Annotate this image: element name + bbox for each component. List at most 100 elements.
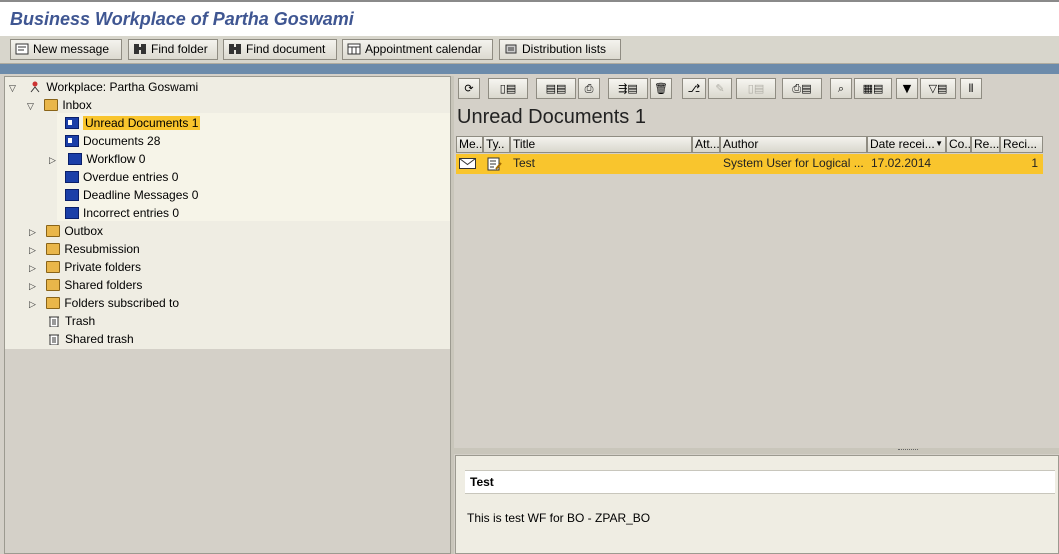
folder-tree: ▽ Workplace: Partha Goswami ▽ Inbox Unre… xyxy=(4,76,451,554)
outbox-folder-icon xyxy=(46,225,61,237)
list-title: Unread Documents 1 xyxy=(457,106,646,128)
tree-item-deadline-messages[interactable]: Deadline Messages 0 xyxy=(65,186,198,204)
tree-item-incorrect-entries[interactable]: Incorrect entries 0 xyxy=(65,204,179,222)
refresh-icon[interactable]: ⟳ xyxy=(458,78,480,99)
document-icon xyxy=(65,117,79,129)
copy-icon: ▯▤ xyxy=(736,78,776,99)
collapse-icon[interactable]: ▽ xyxy=(27,97,37,115)
tree-item-resubmission-label: Resubmission xyxy=(64,242,140,256)
tree-item-subscribed-label: Folders subscribed to xyxy=(64,296,180,310)
document-icon xyxy=(65,135,79,147)
splitter-grip[interactable] xyxy=(898,449,918,452)
row-date: 17.02.2014 xyxy=(871,156,932,170)
incorrect-icon xyxy=(65,207,79,219)
shared-folder-icon xyxy=(46,279,61,291)
tree-item-shared-trash[interactable]: Shared trash xyxy=(47,330,134,348)
workplace-icon xyxy=(28,80,42,93)
appointment-calendar-label: Appointment calendar xyxy=(365,42,482,56)
tree-item-shared-label: Shared folders xyxy=(64,278,143,292)
new-message-label: New message xyxy=(33,42,110,56)
find-document-button[interactable]: Find document xyxy=(223,39,337,60)
binoculars-icon[interactable]: ⦀ xyxy=(960,78,982,99)
search-icon[interactable]: ⌕ xyxy=(830,78,852,99)
expand-icon[interactable]: ▷ xyxy=(29,295,39,313)
tree-item-private-label: Private folders xyxy=(64,260,142,274)
find-folder-label: Find folder xyxy=(151,42,208,56)
tree-item-inbox[interactable]: ▽ Inbox xyxy=(27,96,92,114)
collapse-icon[interactable]: ▽ xyxy=(9,79,19,97)
calendar-icon xyxy=(347,42,361,55)
trash-icon xyxy=(47,314,61,328)
column-header[interactable]: Reci... xyxy=(1000,136,1043,153)
preview-body: This is test WF for BO - ZPAR_BO xyxy=(467,511,651,525)
delete-icon[interactable]: 🗑 xyxy=(650,78,672,99)
tree-item-unread-documents[interactable]: Unread Documents 1 xyxy=(65,114,201,132)
tree-item-shared-trash-label: Shared trash xyxy=(65,332,134,346)
print-list-icon[interactable]: ⎙▤ xyxy=(782,78,822,99)
preview-title: Test xyxy=(465,470,1055,494)
tree-item-overdue-entries[interactable]: Overdue entries 0 xyxy=(65,168,178,186)
table-row[interactable]: Test System User for Logical ... 17.02.2… xyxy=(456,154,1043,174)
binoculars-icon xyxy=(133,42,147,54)
column-header[interactable]: Att... xyxy=(692,136,720,153)
window-title: Business Workplace of Partha Goswami xyxy=(10,9,354,29)
tree-item-documents[interactable]: Documents 28 xyxy=(65,132,160,150)
resubmission-folder-icon xyxy=(46,243,61,255)
tree-item-workflow[interactable]: ▷ Workflow 0 xyxy=(49,150,145,168)
tree-item-shared-folders[interactable]: ▷ Shared folders xyxy=(29,276,142,294)
find-folder-button[interactable]: Find folder xyxy=(128,39,218,60)
filter-settings-icon[interactable]: ▽▤ xyxy=(920,78,956,99)
tree-item-private-folders[interactable]: ▷ Private folders xyxy=(29,258,141,276)
application-toolbar: New message Find folder Find document Ap… xyxy=(0,36,1059,64)
new-document-icon[interactable]: ▯▤ xyxy=(488,78,528,99)
display-icon[interactable]: ▤▤ xyxy=(536,78,576,99)
trash-icon xyxy=(47,332,61,346)
edit-icon: ✎ xyxy=(708,78,732,99)
tree-item-subscribed-folders[interactable]: ▷ Folders subscribed to xyxy=(29,294,179,312)
row-author: System User for Logical ... xyxy=(723,156,864,170)
tree-item-outbox[interactable]: ▷ Outbox xyxy=(29,222,103,240)
document-type-icon xyxy=(487,154,509,174)
expand-icon[interactable]: ▷ xyxy=(49,151,59,169)
workflow-icon xyxy=(68,153,83,165)
appointment-calendar-button[interactable]: Appointment calendar xyxy=(342,39,493,60)
tree-item-unread-documents-label: Unread Documents 1 xyxy=(83,116,201,130)
expand-icon[interactable]: ▷ xyxy=(29,277,39,295)
filter-icon[interactable]: ▼ xyxy=(896,78,918,99)
tree-item-resubmission[interactable]: ▷ Resubmission xyxy=(29,240,140,258)
preview-pane: Test This is test WF for BO - ZPAR_BO xyxy=(455,455,1059,554)
inbox-folder-icon xyxy=(44,99,59,111)
expand-icon[interactable]: ▷ xyxy=(29,241,39,259)
expand-icon[interactable]: ▷ xyxy=(29,223,39,241)
tree-item-workflow-label: Workflow 0 xyxy=(86,152,146,166)
envelope-icon xyxy=(459,154,481,174)
distribution-lists-label: Distribution lists xyxy=(522,42,607,56)
distribution-list-icon xyxy=(504,42,518,54)
tree-root-workplace[interactable]: ▽ Workplace: Partha Goswami xyxy=(9,78,198,96)
tree-item-trash-label: Trash xyxy=(65,314,96,328)
tree-item-trash[interactable]: Trash xyxy=(47,312,95,330)
horizontal-splitter[interactable] xyxy=(454,448,1059,454)
forward-icon[interactable]: ⇶▤ xyxy=(608,78,648,99)
column-header[interactable]: Author xyxy=(720,136,867,153)
tree-item-incorrect-label: Incorrect entries 0 xyxy=(83,206,180,220)
document-list-pane: ⟳ ▯▤ ▤▤ ⎙ ⇶▤ 🗑 ⎇ ✎ ▯▤ ⎙▤ ⌕ ▦▤ ▼ ▽▤ ⦀ Unr… xyxy=(454,76,1059,448)
new-message-icon xyxy=(15,42,29,55)
column-header[interactable]: Ty.. xyxy=(483,136,510,153)
distribution-lists-button[interactable]: Distribution lists xyxy=(499,39,621,60)
column-header[interactable]: Title xyxy=(510,136,692,153)
column-header[interactable]: Me.. xyxy=(456,136,483,153)
overdue-icon xyxy=(65,171,79,183)
title-bar: Business Workplace of Partha Goswami xyxy=(0,0,1059,36)
column-header[interactable]: Re... xyxy=(971,136,1000,153)
column-header[interactable]: Co... xyxy=(946,136,971,153)
column-header[interactable]: Date recei... ▼ xyxy=(867,136,946,153)
expand-icon[interactable]: ▷ xyxy=(29,259,39,277)
binoculars-icon xyxy=(228,42,242,54)
find-document-label: Find document xyxy=(246,42,326,56)
print-icon[interactable]: ⎙ xyxy=(578,78,600,99)
new-message-button[interactable]: New message xyxy=(10,39,122,60)
layout-icon[interactable]: ▦▤ xyxy=(854,78,892,99)
execute-icon[interactable]: ⎇ xyxy=(682,78,706,99)
header-strip xyxy=(0,64,1059,74)
